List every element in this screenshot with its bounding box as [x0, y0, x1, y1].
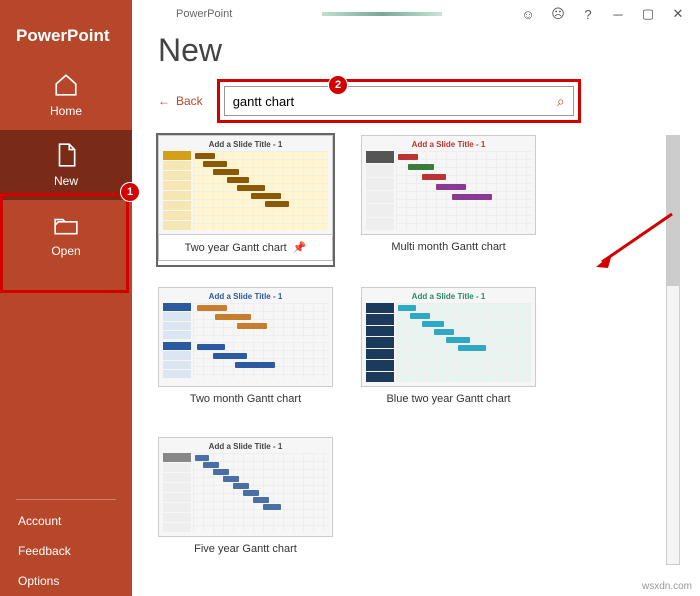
template-thumbnail: Add a Slide Title - 1 [361, 287, 536, 387]
maximize-button[interactable]: ▢ [634, 3, 662, 25]
help-icon[interactable]: ? [574, 3, 602, 25]
template-label: Two month Gantt chart [190, 393, 301, 405]
templates-grid: Add a Slide Title - 1 Two year Gantt cha… [158, 135, 588, 565]
close-button[interactable]: ✕ [664, 3, 692, 25]
folder-open-icon [53, 212, 79, 238]
main-area: PowerPoint ☺ ☹ ? ─ ▢ ✕ New ← Back [132, 0, 700, 596]
template-label: Multi month Gantt chart [391, 241, 505, 253]
back-label: Back [176, 94, 203, 108]
template-label: Blue two year Gantt chart [386, 393, 510, 405]
sidebar-link-feedback[interactable]: Feedback [0, 536, 132, 566]
sidebar-item-label: New [54, 174, 78, 188]
search-input[interactable] [233, 94, 557, 109]
scrollbar-thumb[interactable] [667, 136, 679, 286]
page-title: New [158, 32, 680, 69]
sidebar-app-title: PowerPoint [0, 20, 132, 60]
sidebar-item-label: Open [51, 244, 80, 258]
home-icon [53, 72, 79, 98]
sidebar: PowerPoint Home New Open Account Feedbac… [0, 0, 132, 596]
sidebar-link-options[interactable]: Options [0, 566, 132, 596]
template-label: Two year Gantt chart [185, 242, 287, 254]
titlebar: PowerPoint ☺ ☹ ? ─ ▢ ✕ [132, 0, 700, 28]
annotation-callout-2: 2 [328, 75, 348, 95]
sidebar-item-home[interactable]: Home [0, 60, 132, 130]
titlebar-accent [322, 12, 442, 16]
face-happy-icon[interactable]: ☺ [514, 3, 542, 25]
template-card[interactable]: Add a Slide Title - 1 Multi month Gantt … [361, 135, 536, 265]
template-card[interactable]: Add a Slide Title - 1 Five year Gantt ch… [158, 437, 333, 565]
face-sad-icon[interactable]: ☹ [544, 3, 572, 25]
template-thumbnail: Add a Slide Title - 1 [158, 437, 333, 537]
titlebar-title: PowerPoint [176, 8, 232, 20]
arrow-left-icon: ← [158, 94, 170, 108]
template-card[interactable]: Add a Slide Title - 1 Two month Gantt ch… [158, 287, 333, 415]
sidebar-item-new[interactable]: New [0, 130, 132, 200]
annotation-callout-1: 1 [120, 182, 140, 202]
minimize-button[interactable]: ─ [604, 3, 632, 25]
watermark: wsxdn.com [642, 581, 692, 592]
search-highlight: ⌕ [217, 79, 581, 123]
scrollbar[interactable] [666, 135, 680, 565]
back-button[interactable]: ← Back [158, 94, 203, 108]
pin-icon[interactable]: 📌 [293, 241, 307, 254]
template-card[interactable]: Add a Slide Title - 1 Two year Gantt cha… [158, 135, 333, 265]
search-icon[interactable]: ⌕ [557, 93, 565, 110]
template-label: Five year Gantt chart [194, 543, 297, 555]
new-file-icon [53, 142, 79, 168]
template-thumbnail: Add a Slide Title - 1 [158, 135, 333, 235]
template-thumbnail: Add a Slide Title - 1 [361, 135, 536, 235]
sidebar-link-account[interactable]: Account [0, 506, 132, 536]
sidebar-item-open[interactable]: Open [0, 200, 132, 270]
template-thumbnail: Add a Slide Title - 1 [158, 287, 333, 387]
template-card[interactable]: Add a Slide Title - 1 Blue two year Gant… [361, 287, 536, 415]
sidebar-item-label: Home [50, 104, 82, 118]
